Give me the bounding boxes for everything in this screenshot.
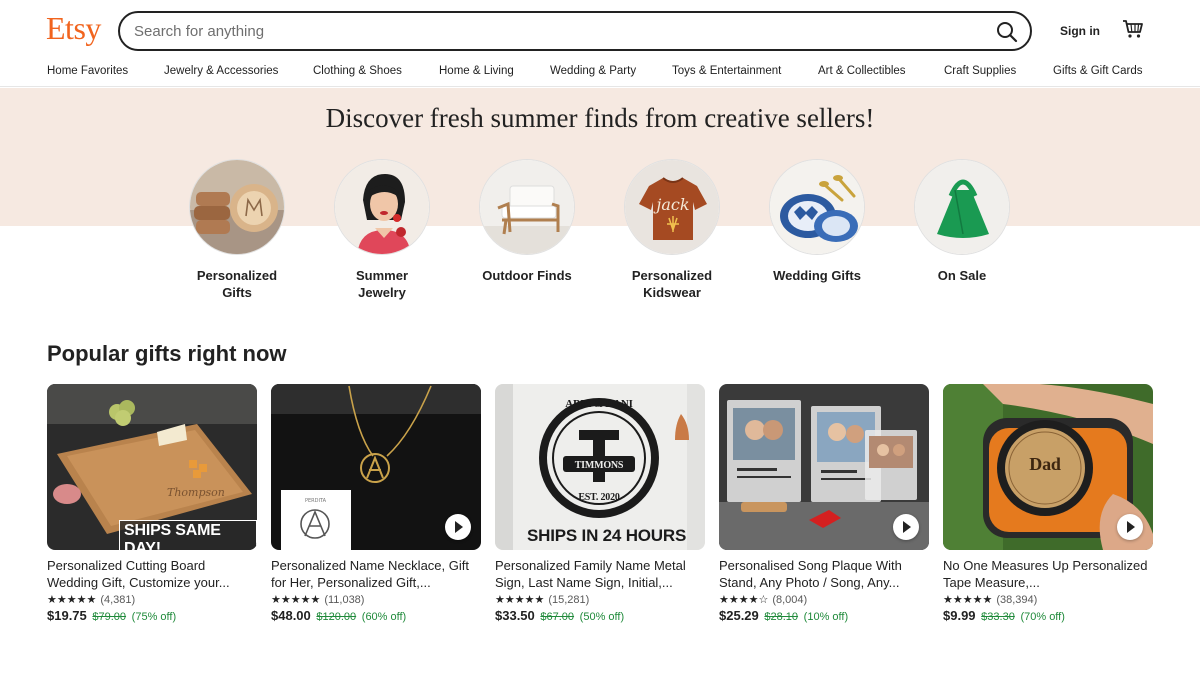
product-image[interactable]: PERDITA: [271, 384, 481, 550]
sale-price: $19.75: [47, 608, 87, 623]
etsy-logo[interactable]: Etsy: [46, 10, 101, 47]
svg-text:Thompson: Thompson: [167, 486, 225, 499]
nav-clothing-shoes[interactable]: Clothing & Shoes: [313, 65, 402, 77]
kids-sweater-image: jack: [624, 159, 720, 255]
product-title[interactable]: Personalized Cutting Board Wedding Gift,…: [47, 558, 257, 591]
tape-engraving-text: Dad: [1029, 454, 1061, 474]
product-image[interactable]: Thompson SHIPS SAME DAY!: [47, 384, 257, 550]
play-video-button[interactable]: [1117, 514, 1143, 540]
product-title[interactable]: Personalized Name Necklace, Gift for Her…: [271, 558, 481, 591]
sale-price: $33.50: [495, 608, 535, 623]
product-card[interactable]: PERDITA Personalized Name Necklace, Gift…: [271, 384, 481, 623]
product-card[interactable]: Dad No One Measures Up Personalized Tape…: [943, 384, 1153, 623]
rating-stars: ★★★★☆: [719, 594, 769, 606]
circle-personalized-kidswear[interactable]: jack Personalized Kidswear: [597, 159, 747, 301]
sign-name-text: TIMMONS: [574, 460, 624, 471]
review-count: (8,004): [772, 593, 808, 606]
green-bag-image: [914, 159, 1010, 255]
wooden-bowls-image: [189, 159, 285, 255]
outdoor-chair-image: [479, 159, 575, 255]
product-price: $19.75 $79.00 (75% off): [47, 608, 257, 623]
ships-same-day-badge: SHIPS SAME DAY!: [119, 520, 257, 550]
product-image[interactable]: Dad: [943, 384, 1153, 550]
product-image[interactable]: [719, 384, 929, 550]
sale-price: $48.00: [271, 608, 311, 623]
sign-est-text: EST. 2020: [578, 492, 620, 503]
blue-plates-image: [769, 159, 865, 255]
nav-wedding-party[interactable]: Wedding & Party: [550, 65, 636, 77]
sale-price: $25.29: [719, 608, 759, 623]
nav-gifts-gift-cards[interactable]: Gifts & Gift Cards: [1053, 65, 1142, 77]
play-video-button[interactable]: [445, 514, 471, 540]
circle-label: Outdoor Finds: [482, 268, 572, 283]
woman-portrait-image: [334, 159, 430, 255]
rating-stars: ★★★★★: [943, 594, 993, 606]
discount-label: (70% off): [1020, 611, 1065, 623]
sign-in-link[interactable]: Sign in: [1060, 24, 1100, 38]
circle-wedding-gifts[interactable]: Wedding Gifts: [742, 159, 892, 284]
product-price: $25.29 $28.10 (10% off): [719, 608, 929, 623]
category-nav: Home Favorites Jewelry & Accessories Clo…: [0, 60, 1200, 87]
product-title[interactable]: No One Measures Up Personalized Tape Mea…: [943, 558, 1153, 591]
original-price: $28.10: [764, 611, 799, 623]
svg-text:PERDITA: PERDITA: [305, 498, 327, 504]
product-price: $48.00 $120.00 (60% off): [271, 608, 481, 623]
review-count: (15,281): [548, 593, 590, 606]
product-rating: ★★★★★ (38,394): [943, 593, 1153, 607]
sign-top-text: ABBI & DANI: [565, 398, 633, 410]
product-price: $9.99 $33.30 (70% off): [943, 608, 1153, 623]
product-rating: ★★★★★ (11,038): [271, 593, 481, 607]
product-image[interactable]: ABBI & DANI TIMMONS EST. 2020 SHIPS IN 2…: [495, 384, 705, 550]
circle-label: Summer Jewelry: [355, 268, 409, 300]
product-title[interactable]: Personalised Song Plaque With Stand, Any…: [719, 558, 929, 591]
original-price: $33.30: [981, 611, 1015, 623]
review-count: (11,038): [324, 593, 365, 606]
cart-icon[interactable]: [1122, 18, 1144, 40]
search-icon[interactable]: [994, 19, 1020, 45]
product-card[interactable]: ABBI & DANI TIMMONS EST. 2020 SHIPS IN 2…: [495, 384, 705, 623]
original-price: $67.00: [540, 611, 575, 623]
rating-stars: ★★★★★: [495, 594, 545, 606]
nav-home-living[interactable]: Home & Living: [439, 65, 514, 77]
nav-toys-entertainment[interactable]: Toys & Entertainment: [672, 65, 781, 77]
product-card[interactable]: Personalised Song Plaque With Stand, Any…: [719, 384, 929, 623]
circle-outdoor-finds[interactable]: Outdoor Finds: [452, 159, 602, 284]
svg-text:jack: jack: [653, 195, 689, 214]
review-count: (38,394): [996, 593, 1038, 606]
review-count: (4,381): [100, 593, 136, 606]
sale-price: $9.99: [943, 608, 976, 623]
site-header: Etsy Sign in: [0, 0, 1200, 60]
product-price: $33.50 $67.00 (50% off): [495, 608, 705, 623]
product-rating: ★★★★☆ (8,004): [719, 593, 929, 607]
banner-headline: Discover fresh summer finds from creativ…: [325, 103, 875, 133]
product-title[interactable]: Personalized Family Name Metal Sign, Las…: [495, 558, 705, 591]
ships-24-hours-badge: SHIPS IN 24 HOURS: [527, 526, 687, 545]
discount-label: (60% off): [361, 611, 407, 623]
play-video-button[interactable]: [893, 514, 919, 540]
product-rating: ★★★★★ (4,381): [47, 593, 257, 607]
circle-personalized-gifts[interactable]: Personalized Gifts: [162, 159, 312, 301]
circle-on-sale[interactable]: On Sale: [887, 159, 1037, 284]
circle-label: Personalized Kidswear: [631, 268, 713, 300]
original-price: $120.00: [316, 611, 357, 623]
discount-label: (50% off): [579, 611, 625, 623]
original-price: $79.00: [92, 611, 127, 623]
rating-stars: ★★★★★: [271, 594, 321, 606]
circle-summer-jewelry[interactable]: Summer Jewelry: [307, 159, 457, 301]
search-input[interactable]: [134, 21, 974, 41]
section-title-popular: Popular gifts right now: [47, 341, 287, 366]
product-rating: ★★★★★ (15,281): [495, 593, 705, 607]
discount-label: (75% off): [131, 611, 177, 623]
rating-stars: ★★★★★: [47, 594, 97, 606]
search-bar[interactable]: [118, 11, 1032, 51]
discount-label: (10% off): [803, 611, 849, 623]
nav-art-collectibles[interactable]: Art & Collectibles: [818, 65, 906, 77]
nav-jewelry-accessories[interactable]: Jewelry & Accessories: [164, 65, 278, 77]
product-card[interactable]: Thompson SHIPS SAME DAY! Personalized Cu…: [47, 384, 257, 623]
circle-label: Wedding Gifts: [773, 268, 861, 283]
nav-home-favorites[interactable]: Home Favorites: [47, 65, 128, 77]
circle-label: Personalized Gifts: [196, 268, 278, 300]
nav-craft-supplies[interactable]: Craft Supplies: [944, 65, 1016, 77]
circle-label: On Sale: [937, 268, 987, 283]
